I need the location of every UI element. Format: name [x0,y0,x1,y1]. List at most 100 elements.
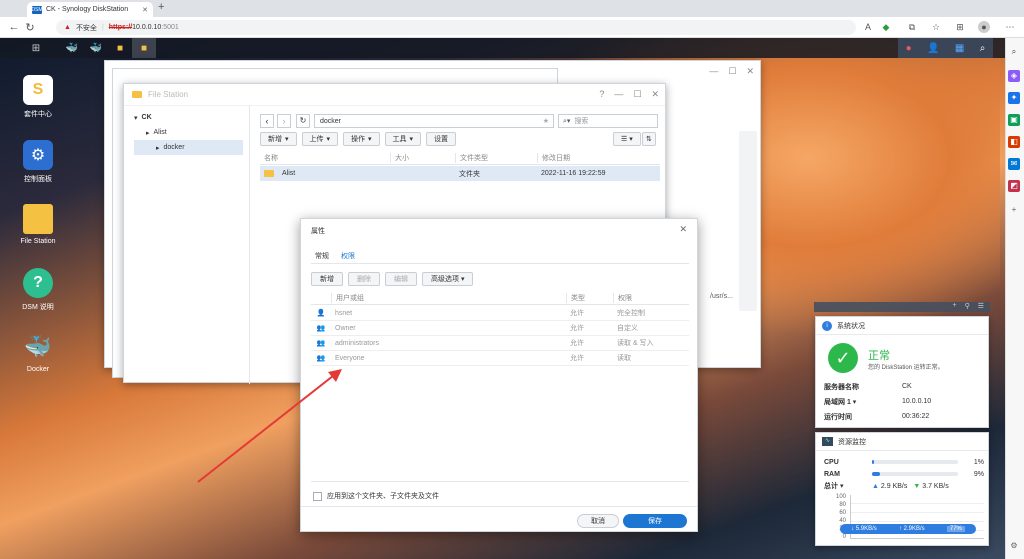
desktop-icon-docker[interactable]: 🐳 Docker [3,332,73,373]
tools-button[interactable]: 工具 ▾ [384,132,422,146]
column-type[interactable]: 类型 [566,293,613,303]
close-tab-icon[interactable]: ✕ [142,6,148,14]
shopping-icon[interactable]: ◈ [1008,70,1020,82]
view-mode-button[interactable]: ☰ ▾ [613,132,641,146]
new-button[interactable]: 新增 ▾ [260,132,297,146]
pin-icon[interactable]: ⚲ [965,302,970,312]
search-input[interactable]: ⌕▾ 搜索 [558,114,658,128]
extension-icon[interactable]: ◆ [880,21,892,33]
table-row[interactable]: 👥 Everyone 允许 读取 [311,351,689,366]
close-icon[interactable]: ✕ [679,224,687,235]
favorite-star-icon[interactable]: ★ [543,117,553,125]
tab-general[interactable]: 常规 [309,251,335,261]
network-row[interactable]: 总计 ▾ ▲ 2.9 KB/s ▼ 3.7 KB/s [824,480,984,492]
total-label-text: 总计 [824,483,838,490]
search-icon[interactable]: ⌕ [980,43,986,54]
user-icon[interactable]: 👤 [927,43,939,54]
column-size[interactable]: 大小 [390,153,455,163]
main-menu-icon[interactable]: ⊞ [24,38,48,58]
column-user[interactable]: 用户或组 [331,293,566,303]
search-icon[interactable]: ⌕ [1008,46,1020,58]
table-row[interactable]: 👥 Owner 允许 自定义 [311,321,689,336]
y-tick: 100 [835,494,846,500]
table-row[interactable]: Alist 文件夹 2022-11-16 19:22:59 [260,166,660,181]
add-widget-icon[interactable]: + [952,302,956,312]
taskbar-docker-icon[interactable]: 🐳 [60,38,84,58]
taskbar-docker-icon-2[interactable]: 🐳 [84,38,108,58]
cancel-button[interactable]: 取消 [577,514,619,528]
settings-button[interactable]: 设置 [426,132,457,146]
refresh-button[interactable]: ↻ [296,114,310,128]
favorites-icon[interactable]: ☆ [930,21,942,33]
permission-user: hsnet [335,309,353,317]
edit-permission-button[interactable]: 编辑 [385,272,417,286]
back-icon[interactable]: ← [6,21,22,33]
widget-menu-icon[interactable]: ☰ [978,302,984,312]
more-menu-icon[interactable]: ⋯ [1004,21,1016,33]
table-row[interactable]: 👥 administrators 允许 读取 & 写入 [311,336,689,351]
taskbar-file-station-icon[interactable]: ■ [132,38,156,58]
help-icon[interactable]: ? [599,89,604,100]
table-row[interactable]: 👤 hsnet 允许 完全控制 [311,306,689,321]
dialog-tabs: 常规 权限 [309,251,361,261]
tab-permission[interactable]: 权限 [335,251,361,261]
add-sidebar-icon[interactable]: + [1008,204,1020,216]
column-permission[interactable]: 权限 [613,293,683,303]
tree-item-alist[interactable]: ▸ Alist [124,125,249,140]
browser-tab[interactable]: DSM CK - Synology DiskStation ✕ [27,2,153,17]
file-list-header: 名称 大小 文件类型 修改日期 [260,152,660,165]
apply-checkbox[interactable] [313,491,322,501]
column-name[interactable]: 名称 [260,153,390,163]
path-field[interactable]: docker ★ [314,114,554,128]
column-type[interactable]: 文件类型 [455,153,537,163]
profile-avatar[interactable]: ● [978,21,990,33]
office-icon[interactable]: ◧ [1008,136,1020,148]
delete-permission-button[interactable]: 删除 [348,272,380,286]
detail-row[interactable]: 局域网 1 ▾ 10.0.0.10 [824,394,984,409]
close-icon[interactable]: ✕ [746,66,754,77]
desktop-icon-package-center[interactable]: S 套件中心 [3,75,73,119]
tools-icon[interactable]: ✦ [1008,92,1020,104]
new-tab-icon[interactable]: + [158,1,164,13]
advanced-options-button[interactable]: 高级选项 ▾ [422,272,474,286]
games-icon[interactable]: ▣ [1008,114,1020,126]
action-button[interactable]: 操作 ▾ [343,132,380,146]
sidebar-settings-icon[interactable]: ⚙ [1008,540,1020,552]
minimize-icon[interactable]: — [709,66,718,77]
add-permission-button[interactable]: 新增 [311,272,343,286]
taskbar-folder-icon[interactable]: ■ [108,38,132,58]
maximize-icon[interactable]: ☐ [633,89,641,100]
address-bar[interactable]: ▲ 不安全 | https://10.0.0.10:5001 [56,20,856,35]
tree-item-docker[interactable]: ▸ docker [134,140,243,155]
desktop-icon-dsm-help[interactable]: ? DSM 说明 [3,268,73,312]
apply-to-children-option[interactable]: 应用到这个文件夹、子文件夹及文件 [313,491,439,501]
widget-panel-header: + ⚲ ☰ [814,302,990,312]
maximize-icon[interactable]: ☐ [728,66,736,77]
properties-dialog[interactable]: 属性 ✕ 常规 权限 新增 删除 编辑 高级选项 ▾ 用户或组 类型 权限 👤 h… [300,218,698,532]
forward-button[interactable]: › [277,114,291,128]
divider [311,481,689,482]
desktop-icon-control-panel[interactable]: ⚙ 控制面板 [3,140,73,184]
network-summary-pill: ↓ 5.9KB/s ↑ 2.9KB/s 77% [840,524,976,534]
minimize-icon[interactable]: — [614,89,623,100]
notification-icon[interactable]: ● [906,43,912,54]
upload-arrow-icon: ▲ [872,482,879,490]
permission-user: Owner [335,324,356,332]
outlook-icon[interactable]: ✉ [1008,158,1020,170]
close-icon[interactable]: ✕ [651,89,659,100]
extensions-icon[interactable]: ⧉ [906,21,918,33]
widget-header: ∿ 资源监控 [816,433,988,451]
read-aloud-icon[interactable]: A [862,21,874,33]
collections-icon[interactable]: ⊞ [954,21,966,33]
office-suite-icon[interactable]: ◩ [1008,180,1020,192]
column-modified[interactable]: 修改日期 [537,153,652,163]
tree-root[interactable]: ▾ CK [124,110,249,125]
reload-icon[interactable]: ↻ [22,21,38,34]
save-button[interactable]: 保存 [623,514,687,528]
sort-button[interactable]: ⇅ [642,132,656,146]
upload-button[interactable]: 上传 ▾ [301,132,339,146]
widgets-icon[interactable]: ▦ [955,43,964,54]
desktop-icon-file-station[interactable]: File Station [3,204,73,245]
cpu-label: CPU [824,458,839,466]
back-button[interactable]: ‹ [260,114,274,128]
